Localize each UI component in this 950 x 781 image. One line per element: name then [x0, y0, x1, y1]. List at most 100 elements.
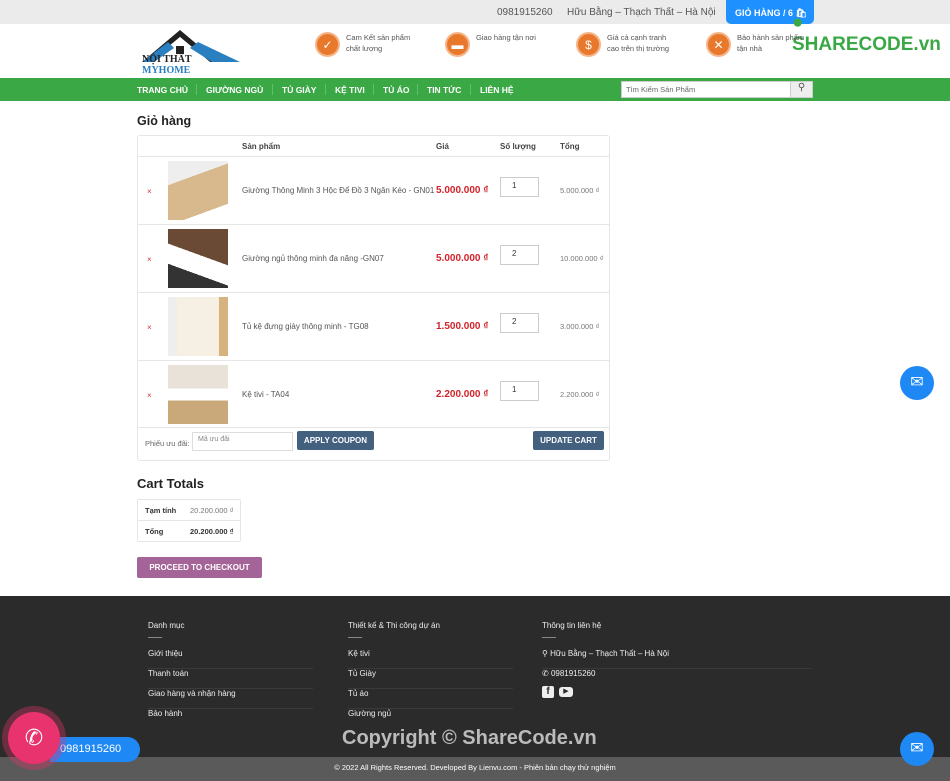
footer-address: ⚲ Hữu Bằng – Thạch Thất – Hà Nội [542, 649, 812, 669]
footer-col2-title: Thiết kế & Thi công dự án [348, 621, 440, 638]
footer-link[interactable]: Thanh toán [148, 669, 313, 689]
header-product: Sản phẩm [242, 142, 281, 151]
cart-totals-table: Tạm tính 20.200.000 ₫ Tổng 20.200.000 ₫ [137, 499, 241, 542]
product-price: 5.000.000 ₫ [436, 185, 489, 196]
line-total: 10.000.000 ₫ [560, 254, 604, 263]
product-name[interactable]: Giường Thông Minh 3 Hộc Để Đồ 3 Ngăn Kéo… [242, 186, 434, 195]
line-total: 5.000.000 ₫ [560, 186, 600, 195]
subtotal-row: Tạm tính 20.200.000 ₫ [138, 500, 240, 521]
table-row: × Kệ tivi - TA04 2.200.000 ₫ 1 2.200.000… [138, 360, 609, 428]
product-image[interactable] [168, 365, 228, 424]
nav-home[interactable]: TRANG CHỦ [137, 85, 188, 95]
line-total: 2.200.000 ₫ [560, 390, 600, 399]
footer-link[interactable]: Tủ áo [348, 689, 513, 709]
page-title: Giỏ hàng [137, 114, 192, 128]
total-row: Tổng 20.200.000 ₫ [138, 521, 240, 542]
table-row: × Tủ kệ đựng giày thông minh - TG08 1.50… [138, 292, 609, 360]
top-address: Hữu Bằng – Thạch Thất – Hà Nội [567, 7, 716, 18]
map-pin-icon: ⚲ [542, 649, 548, 658]
nav-tv-shelf[interactable]: KỆ TIVI [335, 85, 365, 95]
cart-table: Sản phẩm Giá Số lượng Tổng × Giường Thôn… [137, 135, 610, 461]
header-total: Tổng [560, 142, 580, 151]
tools-icon: ✕ [706, 32, 731, 57]
footer-col1-title: Danh mục [148, 621, 185, 638]
search-button[interactable]: ⚲ [790, 81, 813, 98]
coupon-input[interactable]: Mã ưu đãi [192, 432, 293, 451]
facebook-icon[interactable]: f [542, 686, 554, 698]
feature-price: $ Giá cả cạnh tranh cao trên thị trường [576, 32, 677, 57]
messenger-icon[interactable]: ✉ [900, 366, 934, 400]
feature-text: Giá cả cạnh tranh cao trên thị trường [607, 33, 670, 53]
feature-quality: ✓ Cam Kết sản phẩm chất lượng [315, 32, 416, 57]
copyright-watermark: Copyright © ShareCode.vn [342, 727, 597, 749]
nav-shoe-cabinet[interactable]: TỦ GIÀY [282, 85, 316, 95]
footer-link[interactable]: Bảo hành [148, 709, 313, 729]
product-name[interactable]: Kệ tivi - TA04 [242, 390, 289, 399]
footer-link[interactable]: Giới thiệu [148, 649, 313, 669]
subtotal-value: 20.200.000 ₫ [190, 506, 234, 515]
footer-link[interactable]: Kệ tivi [348, 649, 513, 669]
remove-item-button[interactable]: × [147, 255, 152, 264]
remove-item-button[interactable]: × [147, 323, 152, 332]
feature-delivery: ▬ Giao hàng tận nơi [445, 32, 546, 57]
header-qty: Số lượng [500, 142, 536, 151]
remove-item-button[interactable]: × [147, 187, 152, 196]
feature-warranty: ✕ Bảo hành sản phẩm tận nhà [706, 32, 807, 57]
check-badge-icon: ✓ [315, 32, 340, 57]
total-value: 20.200.000 ₫ [190, 527, 234, 536]
footer-link[interactable]: Tủ Giày [348, 669, 513, 689]
dollar-icon: $ [576, 32, 601, 57]
cart-label: GIỎ HÀNG / 6 [735, 8, 794, 18]
footer-link[interactable]: Giường ngủ [348, 709, 513, 729]
feature-text: Bảo hành sản phẩm tận nhà [737, 33, 805, 53]
truck-icon: ▬ [445, 32, 470, 57]
apply-coupon-button[interactable]: APPLY COUPON [297, 431, 374, 450]
table-row: × Giường Thông Minh 3 Hộc Để Đồ 3 Ngăn K… [138, 156, 609, 224]
search-icon: ⚲ [797, 82, 806, 93]
coupon-label: Phiếu ưu đãi: [145, 439, 190, 448]
footer-phone[interactable]: ✆ 0981915260 [542, 669, 707, 689]
line-total: 3.000.000 ₫ [560, 322, 600, 331]
header: NỘI THẤT MYHOME ✓ Cam Kết sản phẩm chất l… [0, 24, 950, 78]
product-image[interactable] [168, 229, 228, 288]
quantity-input[interactable]: 2 [500, 245, 539, 265]
copyright-bar: © 2022 All Rights Reserved. Developed By… [0, 757, 950, 781]
footer-link[interactable]: Giao hàng và nhận hàng [148, 689, 313, 709]
quantity-input[interactable]: 1 [500, 381, 539, 401]
product-price: 1.500.000 ₫ [436, 321, 489, 332]
feature-text: Giao hàng tận nơi [476, 33, 536, 42]
product-image[interactable] [168, 297, 228, 356]
product-image[interactable] [168, 161, 228, 220]
nav-beds[interactable]: GIƯỜNG NGỦ [206, 85, 263, 95]
nav-wardrobe[interactable]: TỦ ÁO [383, 85, 409, 95]
total-label: Tổng [145, 527, 164, 536]
footer: Danh mục Thiết kế & Thi công dự án Thông… [0, 596, 950, 757]
proceed-to-checkout-button[interactable]: PROCEED TO CHECKOUT [137, 557, 262, 578]
quantity-input[interactable]: 2 [500, 313, 539, 333]
call-phone-button[interactable]: 0981915260 [50, 737, 140, 762]
subtotal-label: Tạm tính [145, 506, 177, 515]
feature-text: Cam Kết sản phẩm chất lượng [346, 33, 411, 53]
table-row: × Giường ngủ thông minh đa năng -GN07 5.… [138, 224, 609, 292]
quantity-input[interactable]: 1 [500, 177, 539, 197]
top-phone[interactable]: 0981915260 [497, 7, 553, 18]
header-price: Giá [436, 142, 449, 151]
cart-totals-title: Cart Totals [137, 476, 204, 491]
nav-news[interactable]: TIN TỨC [427, 85, 461, 95]
logo-text: NỘI THẤT MYHOME [142, 54, 192, 76]
product-name[interactable]: Giường ngủ thông minh đa năng -GN07 [242, 254, 384, 263]
footer-col3-title: Thông tin liên hệ [542, 621, 602, 638]
nav-contact[interactable]: LIÊN HỆ [480, 85, 514, 95]
product-price: 2.200.000 ₫ [436, 389, 489, 400]
logo[interactable]: NỘI THẤT MYHOME [140, 28, 242, 76]
phone-icon: ✆ [542, 669, 549, 678]
search-input[interactable]: Tìm Kiếm Sản Phẩm [621, 81, 791, 98]
update-cart-button[interactable]: UPDATE CART [533, 431, 604, 450]
product-price: 5.000.000 ₫ [436, 253, 489, 264]
coupon-row: Phiếu ưu đãi: Mã ưu đãi APPLY COUPON UPD… [138, 427, 609, 460]
messenger-icon[interactable]: ✉ [900, 732, 934, 766]
product-name[interactable]: Tủ kệ đựng giày thông minh - TG08 [242, 322, 369, 331]
youtube-icon[interactable]: ▶ [559, 687, 573, 697]
remove-item-button[interactable]: × [147, 391, 152, 400]
phone-call-icon[interactable]: ✆ [8, 712, 60, 764]
